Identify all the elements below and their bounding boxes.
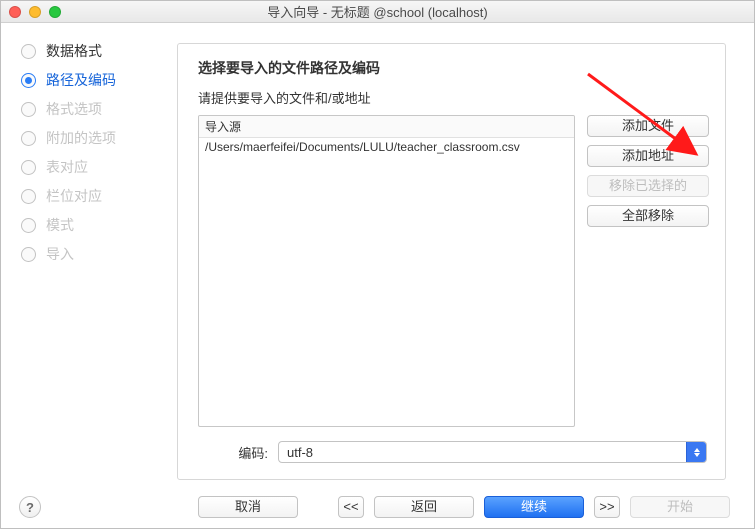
step-label: 模式 [46, 215, 74, 235]
add-url-button[interactable]: 添加地址 [587, 145, 709, 167]
titlebar: 导入向导 - 无标题 @school (localhost) [1, 1, 754, 23]
radio-icon [21, 131, 36, 146]
first-page-button[interactable]: << [338, 496, 364, 518]
help-button[interactable]: ? [19, 496, 41, 518]
encoding-value: utf-8 [279, 445, 321, 460]
panel-subheading: 请提供要导入的文件和/或地址 [198, 88, 709, 107]
radio-icon [21, 160, 36, 175]
step-table-mapping: 表对应 [21, 157, 165, 177]
step-data-format[interactable]: 数据格式 [21, 41, 165, 61]
start-button: 开始 [630, 496, 730, 518]
add-file-button[interactable]: 添加文件 [587, 115, 709, 137]
list-item[interactable]: /Users/maerfeifei/Documents/LULU/teacher… [199, 138, 574, 156]
dropdown-stepper-icon [686, 442, 706, 462]
radio-icon [21, 218, 36, 233]
back-button[interactable]: 返回 [374, 496, 474, 518]
step-field-mapping: 栏位对应 [21, 186, 165, 206]
radio-icon [21, 102, 36, 117]
step-format-options: 格式选项 [21, 99, 165, 119]
step-path-encoding[interactable]: 路径及编码 [21, 70, 165, 90]
radio-icon [21, 247, 36, 262]
encoding-row: 编码: utf-8 [198, 441, 709, 463]
last-page-button[interactable]: >> [594, 496, 620, 518]
radio-icon [21, 189, 36, 204]
minimize-icon[interactable] [29, 6, 41, 18]
remove-all-button[interactable]: 全部移除 [587, 205, 709, 227]
step-additional-options: 附加的选项 [21, 128, 165, 148]
radio-icon [21, 73, 36, 88]
step-import: 导入 [21, 244, 165, 264]
step-label: 导入 [46, 244, 74, 264]
list-header: 导入源 [199, 116, 574, 138]
sidebar: 数据格式 路径及编码 格式选项 附加的选项 表对应 栏位对应 模式 导入 [1, 23, 177, 486]
step-label: 附加的选项 [46, 128, 116, 148]
side-buttons: 添加文件 添加地址 移除已选择的 全部移除 [587, 115, 709, 427]
radio-icon [21, 44, 36, 59]
step-label: 表对应 [46, 157, 88, 177]
step-mode: 模式 [21, 215, 165, 235]
maximize-icon[interactable] [49, 6, 61, 18]
step-label: 栏位对应 [46, 186, 102, 206]
traffic-lights [9, 6, 61, 18]
encoding-label: 编码: [228, 443, 268, 462]
import-source-list[interactable]: 导入源 /Users/maerfeifei/Documents/LULU/tea… [198, 115, 575, 427]
step-label: 格式选项 [46, 99, 102, 119]
footer: ? 取消 << 返回 继续 >> 开始 [1, 486, 754, 528]
encoding-select[interactable]: utf-8 [278, 441, 707, 463]
remove-selected-button: 移除已选择的 [587, 175, 709, 197]
cancel-button[interactable]: 取消 [198, 496, 298, 518]
list-rows: /Users/maerfeifei/Documents/LULU/teacher… [199, 138, 574, 426]
content-panel: 选择要导入的文件路径及编码 请提供要导入的文件和/或地址 导入源 /Users/… [177, 43, 726, 480]
window-title: 导入向导 - 无标题 @school (localhost) [1, 2, 754, 21]
step-label: 数据格式 [46, 41, 102, 61]
panel-heading: 选择要导入的文件路径及编码 [198, 58, 709, 78]
step-label: 路径及编码 [46, 70, 116, 90]
close-icon[interactable] [9, 6, 21, 18]
continue-button[interactable]: 继续 [484, 496, 584, 518]
